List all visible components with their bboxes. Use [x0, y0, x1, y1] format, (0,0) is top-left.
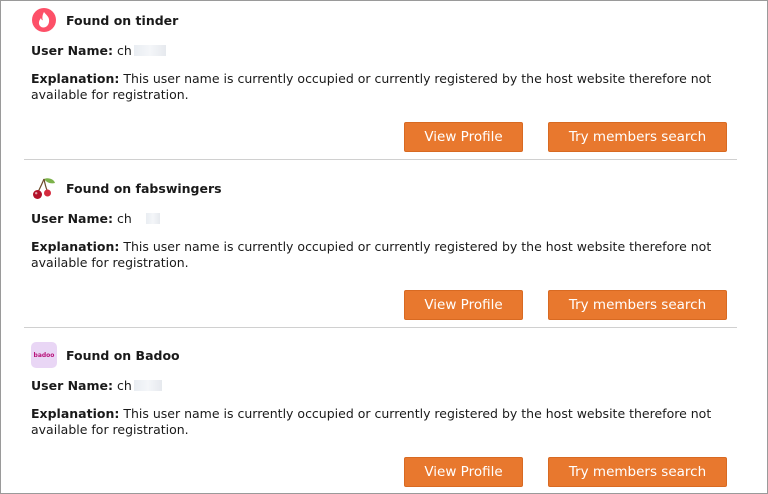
- badoo-logo-text: badoo: [33, 351, 55, 359]
- username-row: User Name: ch: [31, 211, 160, 227]
- badoo-logo-icon: badoo: [31, 342, 57, 368]
- result-header: Found on fabswingers: [31, 173, 222, 203]
- result-title: Found on tinder: [66, 12, 179, 28]
- username-label: User Name:: [31, 211, 113, 226]
- username-row: User Name: ch: [31, 43, 166, 59]
- username-row: User Name: ch: [31, 378, 162, 394]
- explanation-label: Explanation:: [31, 406, 120, 421]
- result-card-fabswingers: Found on fabswingers User Name: ch Expla…: [1, 161, 767, 328]
- result-card-tinder: Found on tinder User Name: ch Explanatio…: [1, 1, 767, 160]
- username-value: ch: [116, 378, 132, 393]
- results-panel: Found on tinder User Name: ch Explanatio…: [0, 0, 768, 494]
- result-header: badoo Found on Badoo: [31, 340, 180, 370]
- username-label: User Name:: [31, 43, 113, 58]
- explanation-text: This user name is currently occupied or …: [31, 239, 712, 270]
- members-search-button[interactable]: Try members search: [548, 290, 727, 320]
- result-title: Found on fabswingers: [66, 180, 222, 196]
- members-search-button[interactable]: Try members search: [548, 457, 727, 487]
- redacted-username: [133, 380, 162, 391]
- username-value: ch: [116, 43, 132, 58]
- divider: [24, 159, 737, 160]
- view-profile-button[interactable]: View Profile: [404, 457, 523, 487]
- explanation-text: This user name is currently occupied or …: [31, 71, 712, 102]
- view-profile-button[interactable]: View Profile: [404, 122, 523, 152]
- explanation-text: This user name is currently occupied or …: [31, 406, 712, 437]
- explanation-label: Explanation:: [31, 239, 120, 254]
- redacted-username: [133, 45, 166, 56]
- username-value: ch: [116, 211, 132, 226]
- result-card-badoo: badoo Found on Badoo User Name: ch Expla…: [1, 328, 767, 493]
- fabswingers-cherry-icon: [31, 175, 57, 201]
- explanation-row: Explanation: This user name is currently…: [31, 71, 731, 103]
- view-profile-button[interactable]: View Profile: [404, 290, 523, 320]
- explanation-row: Explanation: This user name is currently…: [31, 239, 731, 271]
- explanation-label: Explanation:: [31, 71, 120, 86]
- result-header: Found on tinder: [31, 5, 178, 35]
- username-label: User Name:: [31, 378, 113, 393]
- explanation-row: Explanation: This user name is currently…: [31, 406, 731, 438]
- tinder-flame-icon: [31, 7, 57, 33]
- result-title: Found on Badoo: [66, 347, 180, 363]
- members-search-button[interactable]: Try members search: [548, 122, 727, 152]
- redacted-username: [145, 213, 160, 224]
